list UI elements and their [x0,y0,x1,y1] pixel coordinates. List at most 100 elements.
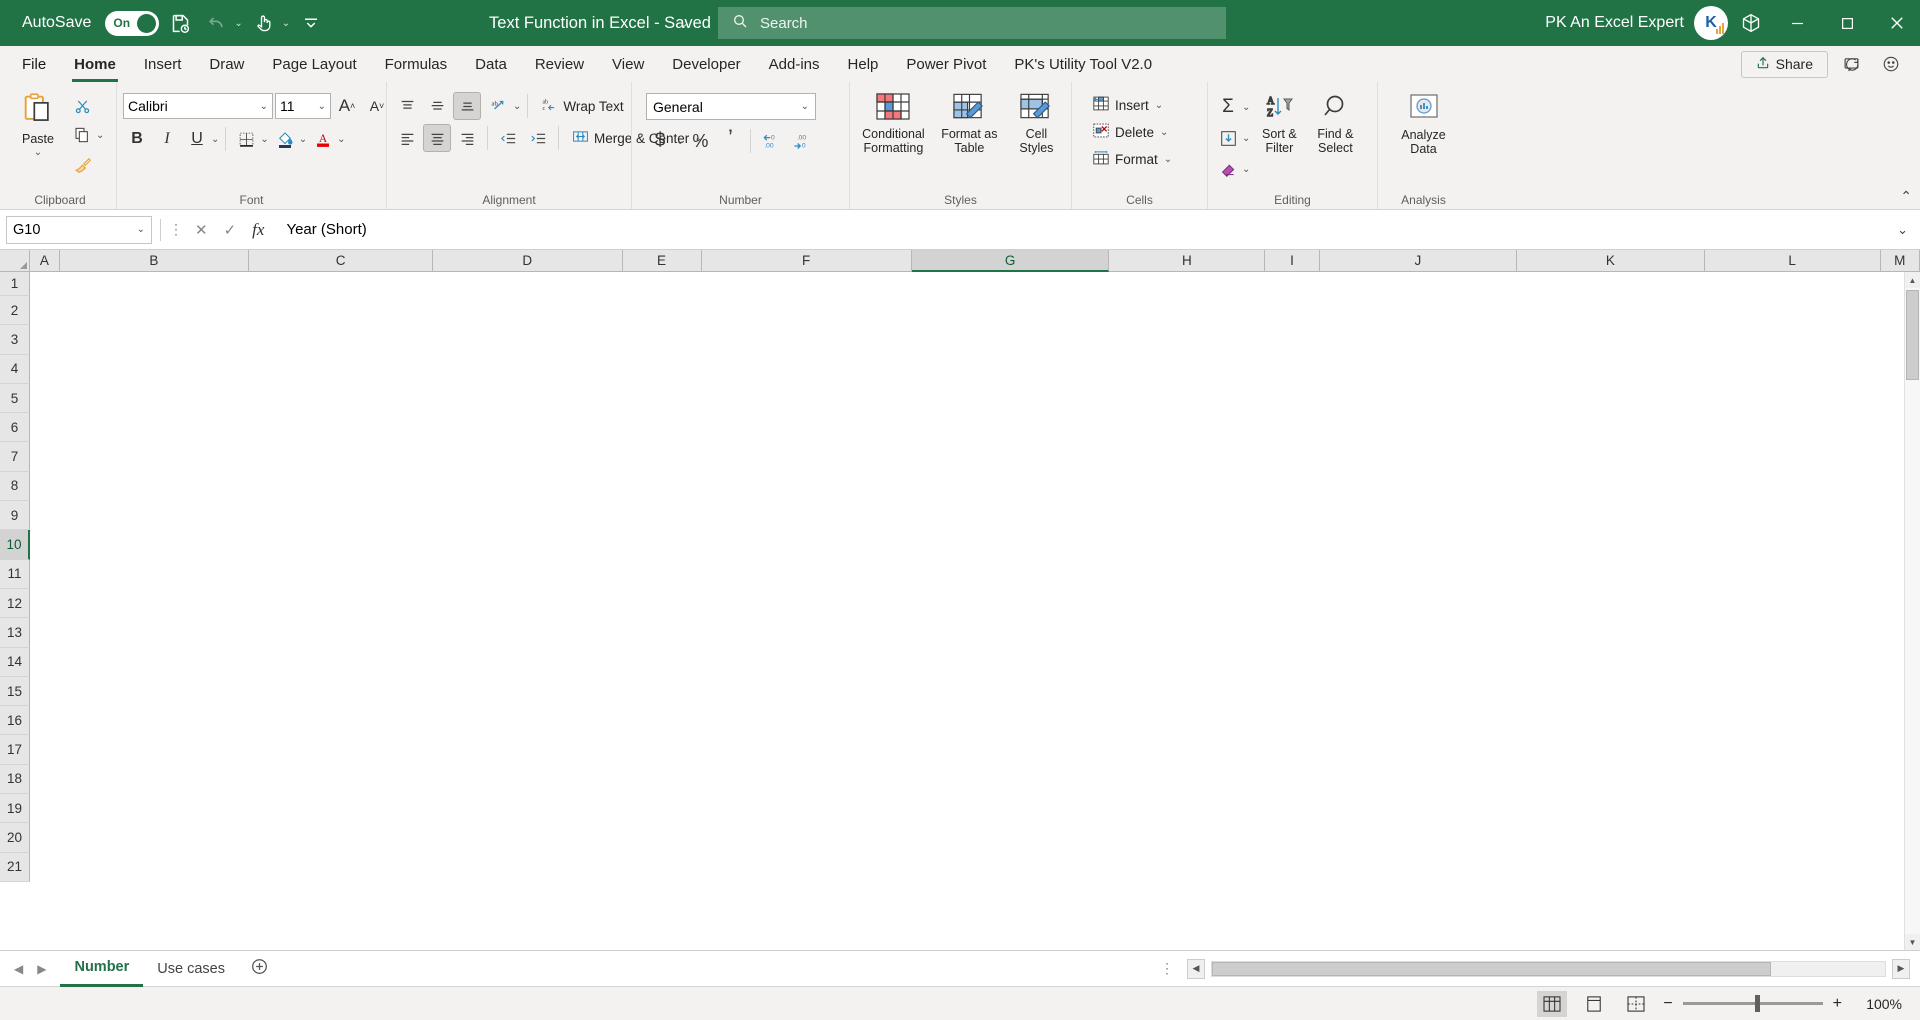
comma-style-icon[interactable]: ’ [716,127,744,155]
copy-icon[interactable] [68,121,96,149]
row-header-3[interactable]: 3 [0,325,30,355]
decrease-decimal-icon[interactable]: .00 0 [787,127,815,155]
first-sheet-arrow[interactable]: ◀ [14,962,23,976]
share-button[interactable]: Share [1740,50,1828,78]
close-button[interactable] [1874,0,1920,46]
wrap-text-button[interactable]: ab c Wrap Text [534,95,629,118]
zoom-track[interactable] [1682,995,1823,1012]
italic-button[interactable]: I [153,125,181,153]
tab-draw[interactable]: Draw [195,46,258,82]
clear-icon[interactable] [1214,155,1242,183]
insert-dropdown-icon[interactable]: ⌄ [1155,100,1163,111]
formula-bar-handle[interactable]: ⋮ [169,221,185,238]
row-header-4[interactable]: 4 [0,354,30,384]
touch-mode-icon[interactable] [249,8,279,38]
decrease-indent-icon[interactable] [494,124,522,152]
zoom-in-button[interactable]: + [1833,995,1842,1013]
increase-font-size-icon[interactable]: A ˄ [333,92,361,120]
sheet-tab-use-cases[interactable]: Use cases [143,951,239,987]
orientation-icon[interactable]: ab [483,92,511,120]
format-painter-icon[interactable] [68,150,96,178]
horizontal-scrollbar[interactable]: ⋮ ◀ ▶ [1160,958,1920,979]
collapse-ribbon-icon[interactable]: ⌃ [1900,188,1912,205]
middle-align-icon[interactable] [423,92,451,120]
tab-view[interactable]: View [598,46,658,82]
document-title[interactable]: Text Function in Excel - Saved [489,14,711,33]
borders-icon[interactable] [232,125,260,153]
search-input[interactable]: Search [718,7,1226,39]
tab-help[interactable]: Help [834,46,893,82]
font-name-input[interactable]: Calibri ⌄ [123,93,273,119]
tab-data[interactable]: Data [461,46,521,82]
horizontal-scroll-track[interactable] [1211,960,1886,977]
column-header-G[interactable]: G [911,250,1110,272]
underline-button[interactable]: U [183,125,211,153]
row-header-9[interactable]: 9 [0,501,30,531]
row-header-14[interactable]: 14 [0,647,30,677]
top-align-icon[interactable] [393,92,421,120]
copy-dropdown-icon[interactable]: ⌄ [96,130,104,141]
insert-function-icon[interactable]: fx [252,220,264,240]
column-header-I[interactable]: I [1265,250,1320,272]
zoom-level[interactable]: 100% [1854,996,1902,1012]
column-header-K[interactable]: K [1517,250,1705,272]
name-box[interactable]: G10 ⌄ [6,215,152,244]
sheet-tab-number[interactable]: Number [60,951,144,987]
column-header-D[interactable]: D [432,250,623,272]
analyze-data-button[interactable]: Analyze Data [1393,90,1455,160]
column-header-A[interactable]: A [30,250,60,272]
fill-color-icon[interactable] [271,125,299,153]
touch-mode-dropdown-icon[interactable]: ⌄ [282,18,290,29]
clear-dropdown-icon[interactable]: ⌄ [1242,164,1250,175]
formula-input[interactable]: Year (Short) [274,221,1897,238]
normal-view-button[interactable] [1537,990,1568,1017]
avatar[interactable]: K [1694,6,1728,40]
page-layout-view-button[interactable] [1579,991,1609,1017]
column-header-B[interactable]: B [59,250,250,272]
tab-review[interactable]: Review [521,46,598,82]
vertical-scrollbar[interactable]: ▲ ▼ [1904,272,1920,950]
scroll-up-arrow[interactable]: ▲ [1905,272,1920,288]
autosave-toggle[interactable]: On [105,10,160,36]
row-header-7[interactable]: 7 [0,442,30,472]
accounting-dropdown-icon[interactable]: ⌄ [676,136,684,147]
delete-dropdown-icon[interactable]: ⌄ [1160,127,1168,138]
underline-dropdown-icon[interactable]: ⌄ [211,134,219,145]
row-header-10[interactable]: 10 [0,530,30,560]
row-header-6[interactable]: 6 [0,413,30,443]
column-header-C[interactable]: C [249,250,433,272]
row-header-8[interactable]: 8 [0,471,30,502]
microsoft-365-icon[interactable] [1732,0,1770,46]
bottom-align-icon[interactable] [453,92,481,120]
format-as-table-button[interactable]: Format as Table [935,90,1004,159]
zoom-slider[interactable]: − + [1663,995,1842,1013]
add-sheet-button[interactable] [239,958,280,980]
fill-color-dropdown-icon[interactable]: ⌄ [299,134,307,145]
autosum-dropdown-icon[interactable]: ⌄ [1242,102,1250,113]
vertical-scroll-thumb[interactable] [1906,290,1919,380]
bold-button[interactable]: B [123,125,151,153]
scroll-left-arrow[interactable]: ◀ [1187,958,1205,979]
paste-button[interactable]: Paste ⌄ [10,90,66,162]
autosum-icon[interactable]: Σ [1214,93,1242,121]
minimize-button[interactable] [1774,0,1820,46]
format-dropdown-icon[interactable]: ⌄ [1164,154,1172,165]
zoom-out-button[interactable]: − [1663,995,1672,1013]
sort-filter-button[interactable]: A Z Sort & Filter [1252,91,1306,159]
column-header-H[interactable]: H [1109,250,1266,272]
undo-icon[interactable] [201,8,231,38]
font-size-dropdown-icon[interactable]: ⌄ [318,101,326,112]
enter-icon[interactable]: ✓ [224,221,237,239]
borders-dropdown-icon[interactable]: ⌄ [260,134,268,145]
font-name-dropdown-icon[interactable]: ⌄ [260,101,268,112]
emoji-feedback-icon[interactable] [1874,50,1908,78]
column-header-J[interactable]: J [1319,250,1518,272]
select-all-corner[interactable] [0,250,30,272]
comments-icon[interactable] [1834,50,1868,78]
scroll-down-arrow[interactable]: ▼ [1905,934,1920,950]
sheet-scroll-handle[interactable]: ⋮ [1160,960,1181,977]
tab-home[interactable]: Home [60,46,130,82]
scroll-right-arrow[interactable]: ▶ [1892,958,1910,979]
tab-page-layout[interactable]: Page Layout [258,46,370,82]
font-color-dropdown-icon[interactable]: ⌄ [337,134,345,145]
